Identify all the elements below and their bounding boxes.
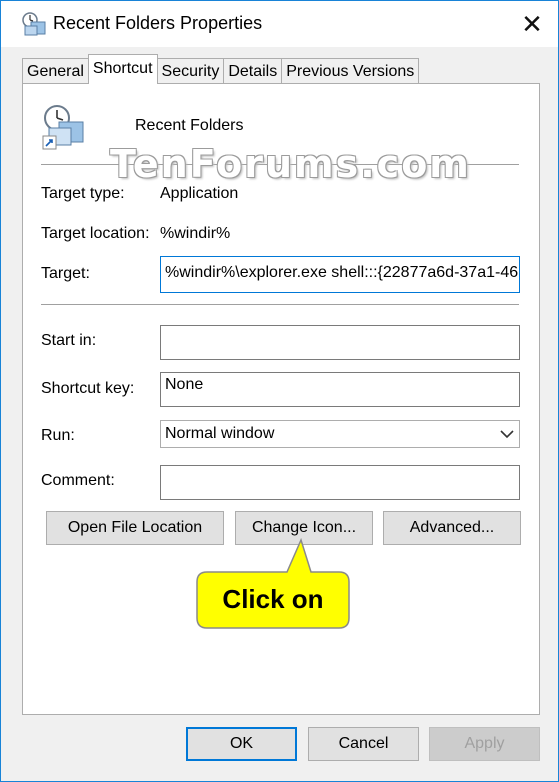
cancel-button[interactable]: Cancel: [308, 727, 419, 761]
shortcut-file-icon: [42, 105, 84, 150]
ok-button[interactable]: OK: [186, 727, 297, 761]
title-bar[interactable]: Recent Folders Properties ✕: [1, 1, 558, 47]
callout-text: Click on: [222, 584, 324, 614]
tab-strip: General Shortcut Security Details Previo…: [22, 54, 420, 84]
shortcut-key-label: Shortcut key:: [41, 380, 135, 397]
run-label: Run:: [41, 427, 75, 444]
tab-security[interactable]: Security: [156, 58, 225, 84]
target-label: Target:: [41, 265, 90, 282]
close-icon: ✕: [521, 8, 543, 39]
target-location-value: %windir%: [160, 225, 231, 242]
run-select[interactable]: Normal window: [160, 420, 520, 448]
shortcut-name: Recent Folders: [135, 117, 244, 134]
target-location-label: Target location:: [41, 225, 150, 242]
window-title: Recent Folders Properties: [53, 13, 263, 33]
divider: [41, 304, 519, 305]
watermark: TenForums.com: [110, 142, 471, 186]
chevron-down-icon: [500, 430, 514, 439]
tab-general[interactable]: General: [22, 58, 89, 84]
start-in-input[interactable]: [160, 325, 520, 360]
target-type-label: Target type:: [41, 185, 125, 202]
close-button[interactable]: ✕: [506, 1, 558, 47]
tab-details[interactable]: Details: [223, 58, 283, 84]
run-selected-value: Normal window: [165, 425, 275, 442]
target-input[interactable]: %windir%\explorer.exe shell:::{22877a6d-…: [160, 256, 520, 293]
apply-button: Apply: [429, 727, 540, 761]
properties-window: Recent Folders Properties ✕ General Shor…: [0, 0, 559, 782]
advanced-button[interactable]: Advanced...: [383, 511, 521, 545]
tab-previous-versions[interactable]: Previous Versions: [281, 58, 420, 84]
comment-input[interactable]: [160, 465, 520, 500]
callout: Click on: [193, 537, 353, 632]
recent-folders-icon: [22, 12, 46, 36]
target-type-value: Application: [160, 185, 239, 202]
shortcut-key-input[interactable]: None: [160, 372, 520, 407]
comment-label: Comment:: [41, 472, 115, 489]
tab-shortcut[interactable]: Shortcut: [87, 54, 158, 84]
start-in-label: Start in:: [41, 332, 97, 349]
